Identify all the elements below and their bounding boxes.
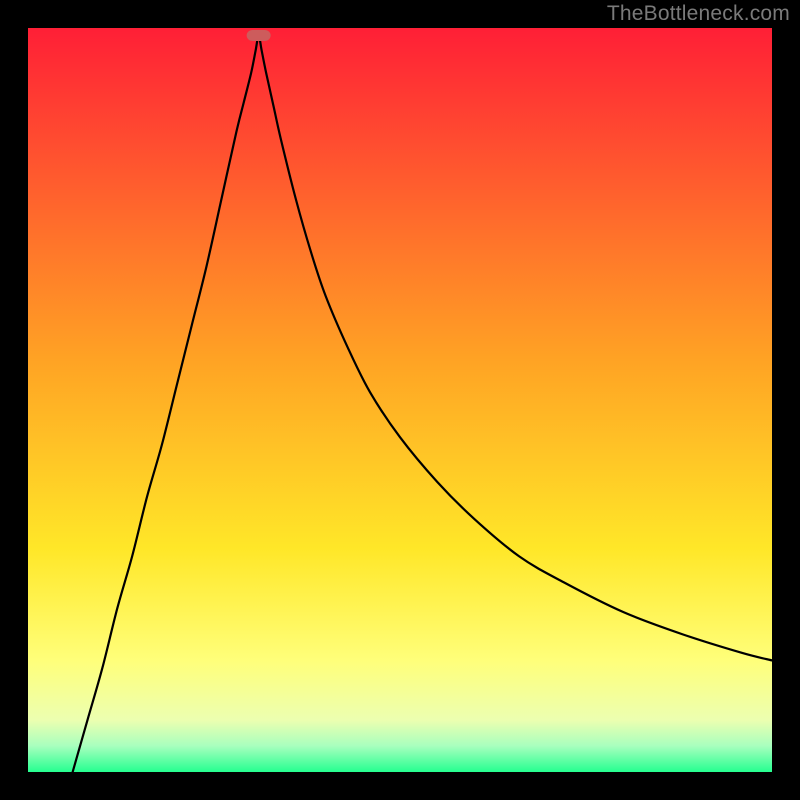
chart-frame: TheBottleneck.com [0,0,800,800]
plot-background [28,28,772,772]
minimum-marker [247,30,271,41]
watermark-text: TheBottleneck.com [607,2,790,26]
chart-plot-area [28,28,772,772]
chart-svg [28,28,772,772]
